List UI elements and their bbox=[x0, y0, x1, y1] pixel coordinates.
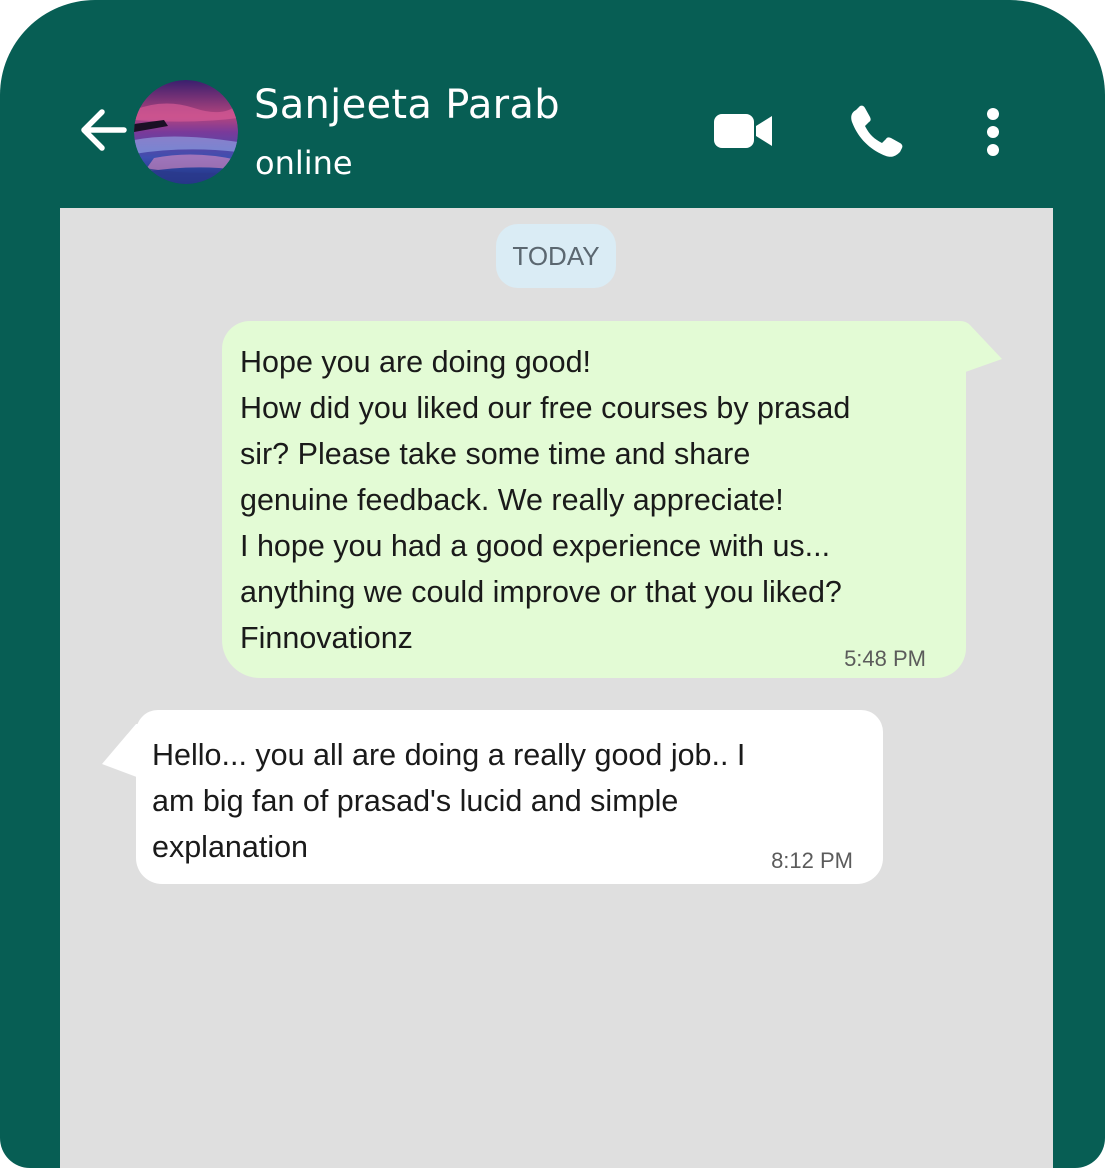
message-line: sir? Please take some time and share bbox=[240, 437, 751, 471]
message-timestamp: 5:48 PM bbox=[844, 646, 926, 671]
message-timestamp: 8:12 PM bbox=[771, 848, 853, 873]
message-line: explanation bbox=[152, 830, 309, 864]
back-arrow-icon[interactable] bbox=[78, 104, 130, 156]
message-line: How did you liked our free courses by pr… bbox=[240, 391, 851, 425]
contact-status: online bbox=[255, 144, 353, 182]
chat-header: Sanjeeta Parab online bbox=[0, 0, 1105, 208]
contact-name[interactable]: Sanjeeta Parab bbox=[254, 82, 560, 128]
message-line: anything we could improve or that you li… bbox=[240, 575, 842, 609]
message-line: Hope you are doing good! bbox=[240, 345, 592, 379]
message-line: Hello... you all are doing a really good… bbox=[152, 738, 746, 772]
outgoing-message[interactable]: Hope you are doing good! How did you lik… bbox=[222, 321, 966, 678]
avatar[interactable] bbox=[134, 80, 238, 184]
more-options-icon[interactable] bbox=[976, 106, 1010, 158]
message-line: genuine feedback. We really appreciate! bbox=[240, 483, 784, 517]
video-call-icon[interactable] bbox=[712, 110, 774, 152]
date-chip: TODAY bbox=[496, 224, 616, 288]
message-line: I hope you had a good experience with us… bbox=[240, 529, 831, 563]
incoming-message[interactable]: Hello... you all are doing a really good… bbox=[136, 710, 883, 884]
voice-call-icon[interactable] bbox=[848, 104, 906, 160]
message-line: am big fan of prasad's lucid and simple bbox=[152, 784, 679, 818]
